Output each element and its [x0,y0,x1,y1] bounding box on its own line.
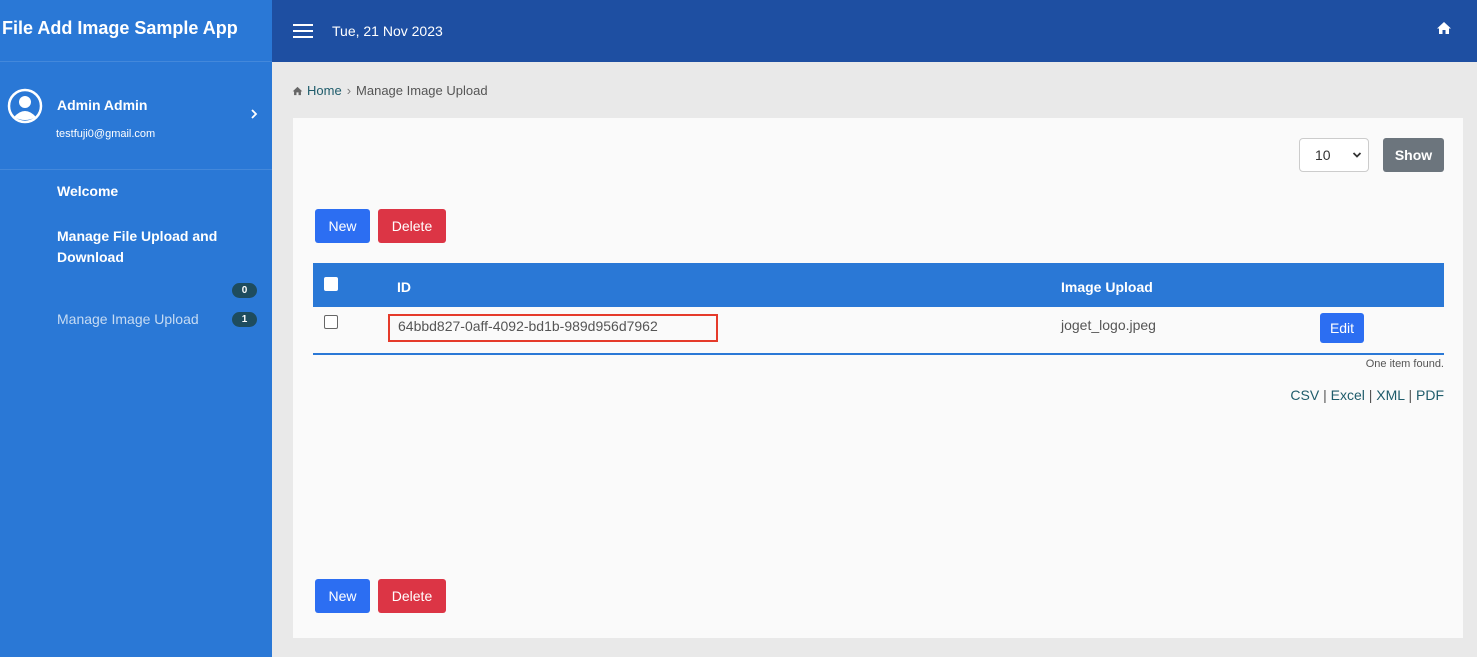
top-header: Tue, 21 Nov 2023 [272,0,1477,62]
breadcrumb-current: Manage Image Upload [356,83,488,98]
sidebar-item-manage-file-upload[interactable]: Manage File Upload and Download [57,226,227,268]
export-pdf-link[interactable]: PDF [1416,387,1444,403]
table-header: ID Image Upload [313,263,1444,307]
chevron-down-icon [1352,152,1362,158]
row-id-cell[interactable]: 64bbd827-0aff-4092-bd1b-989d956d7962 [388,314,718,342]
list-panel: 10 Show New Delete ID Image Upload 64bbd… [293,118,1463,638]
export-xml-link[interactable]: XML [1376,387,1404,403]
sidebar-badge-image-upload: 1 [232,312,257,327]
home-icon [292,86,303,95]
user-panel[interactable]: Admin Admin testfuji0@gmail.com [0,62,272,170]
breadcrumb-home-label: Home [307,83,342,98]
hamburger-menu-icon[interactable] [293,24,313,40]
result-count: One item found. [1365,358,1444,370]
breadcrumb: Home › Manage Image Upload [292,83,488,98]
table-row: 64bbd827-0aff-4092-bd1b-989d956d7962 jog… [313,307,1444,355]
breadcrumb-home-link[interactable]: Home [292,83,342,98]
delete-button-bottom[interactable]: Delete [378,579,446,613]
export-links: CSV | Excel | XML | PDF [1290,387,1444,403]
sidebar: File Add Image Sample App Admin Admin te… [0,0,272,657]
delete-button-top[interactable]: Delete [378,209,446,243]
user-name: Admin Admin [57,97,148,113]
select-all-checkbox[interactable] [324,277,338,291]
sidebar-item-manage-image-upload[interactable]: Manage Image Upload [57,309,199,330]
page-size-value: 10 [1315,147,1331,163]
new-button-bottom[interactable]: New [315,579,370,613]
user-email: testfuji0@gmail.com [56,128,156,140]
column-header-image-upload[interactable]: Image Upload [1061,279,1153,295]
export-separator: | [1408,387,1413,403]
new-button-top[interactable]: New [315,209,370,243]
column-header-id[interactable]: ID [397,279,411,295]
show-button[interactable]: Show [1383,138,1444,172]
edit-button[interactable]: Edit [1320,313,1364,343]
row-image-cell[interactable]: joget_logo.jpeg [1061,317,1156,333]
sidebar-item-welcome[interactable]: Welcome [57,181,118,202]
header-date: Tue, 21 Nov 2023 [332,23,443,39]
export-csv-link[interactable]: CSV [1290,387,1319,403]
breadcrumb-separator: › [346,83,352,98]
user-avatar-icon [7,88,43,124]
sidebar-badge-file-upload: 0 [232,283,257,298]
row-checkbox[interactable] [324,315,338,329]
page-size-select[interactable]: 10 [1299,138,1369,172]
export-separator: | [1368,387,1373,403]
app-title[interactable]: File Add Image Sample App [0,0,272,62]
home-icon[interactable] [1436,21,1452,35]
export-excel-link[interactable]: Excel [1331,387,1365,403]
export-separator: | [1323,387,1327,403]
chevron-right-icon[interactable] [248,108,260,120]
